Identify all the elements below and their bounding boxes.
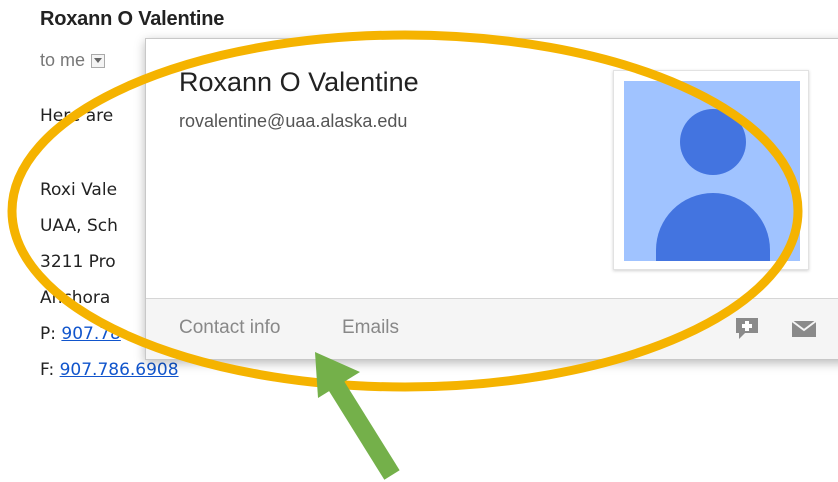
fax-prefix: F: xyxy=(40,360,55,380)
avatar xyxy=(624,81,800,261)
contact-email[interactable]: rovalentine@uaa.alaska.edu xyxy=(179,111,407,132)
phone-link[interactable]: 907.78 xyxy=(61,324,120,344)
add-chat-icon[interactable] xyxy=(734,316,760,340)
body-line: UAA, Sch xyxy=(40,216,118,236)
recipient-line: to me xyxy=(40,50,106,71)
contact-hover-card: Roxann O Valentine rovalentine@uaa.alask… xyxy=(145,38,838,360)
body-line: 3211 Pro xyxy=(40,252,116,272)
body-line: Roxi Vale xyxy=(40,180,118,200)
body-line: Anchora xyxy=(40,288,111,308)
to-label: to me xyxy=(40,50,86,70)
avatar-body-shape xyxy=(656,193,770,261)
contact-info-link[interactable]: Contact info xyxy=(179,317,280,339)
pointer-arrow xyxy=(315,352,400,480)
body-line: Here are xyxy=(40,106,114,126)
mail-icon[interactable] xyxy=(791,320,817,338)
details-dropdown-button[interactable] xyxy=(91,53,106,68)
contact-name: Roxann O Valentine xyxy=(179,67,419,97)
emails-link[interactable]: Emails xyxy=(342,317,399,339)
phone-prefix: P: xyxy=(40,324,56,344)
phone-line: P: 907.78 xyxy=(40,324,121,344)
card-footer: Contact info Emails xyxy=(146,298,838,359)
fax-link[interactable]: 907.786.6908 xyxy=(60,360,179,380)
sender-name[interactable]: Roxann O Valentine xyxy=(40,8,224,31)
avatar-head-shape xyxy=(680,109,746,175)
fax-line: F: 907.786.6908 xyxy=(40,360,179,380)
contact-avatar-frame xyxy=(613,70,809,270)
